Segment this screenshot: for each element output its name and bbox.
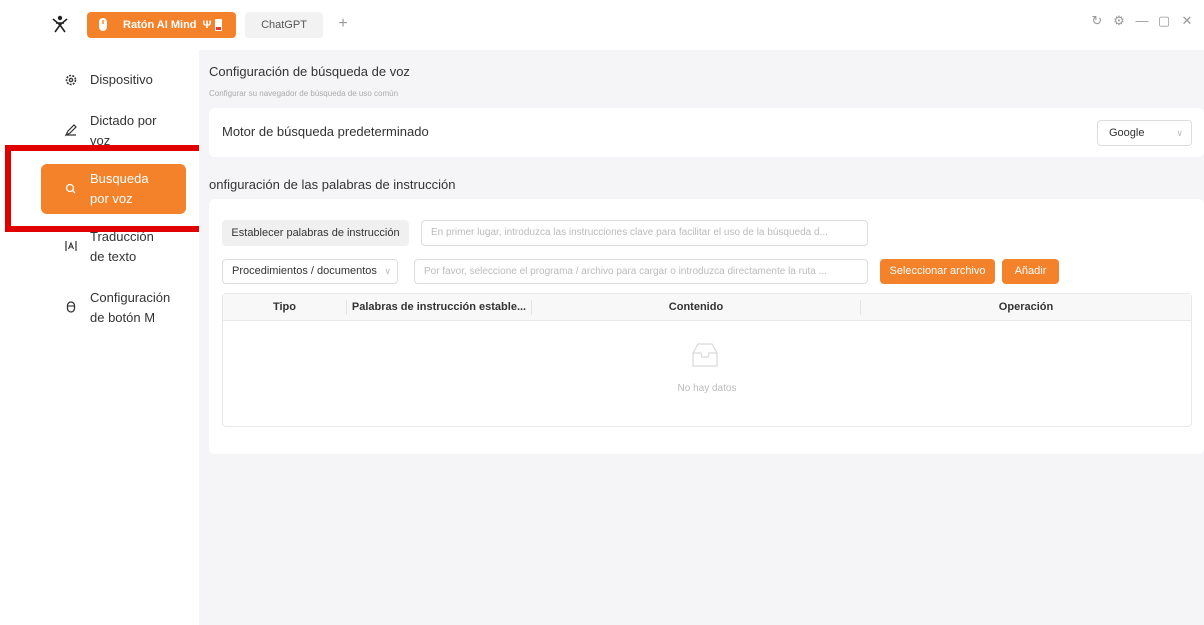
column-header-tipo: Tipo <box>272 301 296 313</box>
title-bar: Ratón AI Mind Ψ ChatGPT + ↻ ⚙ — ▢ ✕ <box>0 0 1204 50</box>
mouse-icon <box>66 301 76 313</box>
instruction-table: Tipo Palabras de instrucción estable... … <box>222 293 1192 427</box>
tab-label: ChatGPT <box>261 19 307 31</box>
column-header-contenido: Contenido <box>668 301 724 313</box>
refresh-icon[interactable]: ↻ <box>1088 12 1106 30</box>
sidebar-item-dispositivo[interactable]: Dispositivo <box>41 70 186 90</box>
battery-icon <box>215 19 223 31</box>
set-instruction-words-button[interactable]: Establecer palabras de instrucción <box>222 220 409 246</box>
maximize-button[interactable]: ▢ <box>1155 12 1173 30</box>
close-button[interactable]: ✕ <box>1178 12 1196 30</box>
default-engine-card: Motor de búsqueda predeterminado Google … <box>209 108 1204 157</box>
type-select-value: Procedimientos / documentos <box>232 265 377 277</box>
sidebar-item-label: Traducción de texto <box>90 229 154 264</box>
pen-icon <box>64 124 77 137</box>
empty-state-text: No hay datos <box>677 383 737 394</box>
empty-inbox-icon <box>692 343 718 367</box>
instruction-words-card: Establecer palabras de instrucción En pr… <box>209 199 1204 454</box>
search-engine-value: Google <box>1109 127 1145 139</box>
path-input[interactable]: Por favor, seleccione el programa / arch… <box>414 259 868 284</box>
tab-label: Ratón AI Mind <box>123 19 197 31</box>
sidebar-item-label: Dispositivo <box>90 72 153 87</box>
main-content: Configuración de búsqueda de voz Configu… <box>199 50 1204 625</box>
gear-icon <box>65 74 77 86</box>
sidebar-item-boton-m[interactable]: Configuración de botón M <box>41 288 186 328</box>
mouse-mic-icon <box>99 18 107 31</box>
settings-icon[interactable]: ⚙ <box>1110 12 1128 30</box>
app-logo-icon <box>52 15 68 33</box>
table-header: Tipo Palabras de instrucción estable... … <box>223 294 1191 321</box>
page-title: Configuración de búsqueda de voz <box>209 64 410 79</box>
sidebar-item-label: Configuración de botón M <box>90 290 171 325</box>
sidebar-item-dictado[interactable]: Dictado por voz <box>41 111 186 147</box>
highlight-annotation <box>5 145 211 232</box>
sidebar-item-label: Dictado por voz <box>90 113 157 147</box>
add-button[interactable]: Añadir <box>1002 259 1059 284</box>
translate-icon <box>65 241 77 251</box>
sidebar-item-traduccion[interactable]: Traducción de texto <box>41 227 186 267</box>
add-tab-button[interactable]: + <box>333 14 353 34</box>
column-header-palabras: Palabras de instrucción estable... <box>351 301 527 313</box>
type-select[interactable]: Procedimientos / documentos ∨ <box>222 259 398 284</box>
column-header-operacion: Operación <box>998 301 1054 313</box>
default-engine-label: Motor de búsqueda predeterminado <box>222 124 429 139</box>
usb-icon: Ψ <box>202 19 212 31</box>
chevron-down-icon: ∨ <box>1176 128 1183 138</box>
minimize-button[interactable]: — <box>1133 12 1151 30</box>
search-engine-select[interactable]: Google ∨ <box>1097 120 1192 146</box>
select-file-button[interactable]: Seleccionar archivo <box>880 259 995 284</box>
tab-chatgpt[interactable]: ChatGPT <box>245 12 323 38</box>
page-subtitle: Configurar su navegador de búsqueda de u… <box>209 89 399 98</box>
sidebar: Dispositivo Dictado por voz Busqueda por… <box>0 50 199 625</box>
keywords-input[interactable]: En primer lugar, introduzca las instrucc… <box>421 220 868 246</box>
chevron-down-icon: ∨ <box>384 266 391 276</box>
section-title: onfiguración de las palabras de instrucc… <box>209 177 456 192</box>
tab-raton-ai-mind[interactable]: Ratón AI Mind Ψ <box>87 12 236 38</box>
